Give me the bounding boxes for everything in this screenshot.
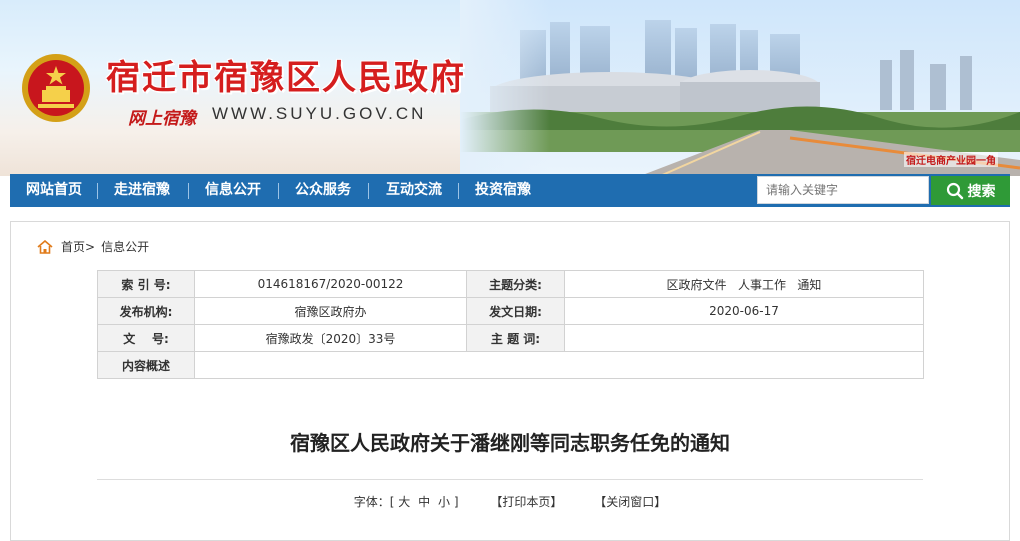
document-title: 宿豫区人民政府关于潘继刚等同志职务任免的通知 — [290, 431, 730, 455]
print-button[interactable]: 【打印本页】 — [490, 495, 562, 509]
meta-key: 主题分类: — [466, 270, 565, 298]
site-title: 宿迁市宿豫区人民政府 — [106, 58, 466, 98]
search-icon — [946, 182, 963, 199]
nav-item-about[interactable]: 走进宿豫 — [114, 174, 170, 207]
nav-separator — [188, 183, 189, 199]
meta-value: 宿豫区政府办 — [194, 297, 467, 325]
meta-value — [564, 324, 924, 352]
search-button[interactable]: 搜索 — [931, 176, 1010, 205]
nav-item-service[interactable]: 公众服务 — [295, 174, 351, 207]
nav-item-info[interactable]: 信息公开 — [205, 174, 261, 207]
meta-value: 宿豫政发〔2020〕33号 — [194, 324, 467, 352]
meta-key: 内容概述 — [97, 351, 195, 379]
site-url: WWW.SUYU.GOV.CN — [212, 104, 427, 123]
site-tagline: 网上宿豫 — [128, 109, 196, 129]
meta-key: 索 引 号: — [97, 270, 195, 298]
close-window-button[interactable]: 【关闭窗口】 — [594, 495, 666, 509]
breadcrumb-current-link[interactable]: 信息公开 — [101, 238, 149, 255]
national-emblem-icon — [22, 54, 90, 122]
content-panel: 首页> 信息公开 索 引 号: 014618167/2020-00122 主题分… — [10, 221, 1010, 541]
article-toolbar: 字体：[ 大 中 小 ] 【打印本页】 【关闭窗口】 — [11, 493, 1009, 510]
font-large-button[interactable]: 大 — [398, 495, 410, 509]
home-icon — [37, 239, 53, 254]
meta-key: 发布机构: — [97, 297, 195, 325]
divider — [97, 479, 923, 480]
font-medium-button[interactable]: 中 — [418, 495, 430, 509]
breadcrumb: 首页> 信息公开 — [37, 238, 149, 255]
meta-value: 2020-06-17 — [564, 297, 924, 325]
document-meta-table: 索 引 号: 014618167/2020-00122 主题分类: 区政府文件 … — [97, 270, 924, 379]
nav-item-invest[interactable]: 投资宿豫 — [475, 174, 531, 207]
banner-caption: 宿迁电商产业园一角 — [904, 152, 998, 167]
header-banner: 宿迁市宿豫区人民政府 网上宿豫 WWW.SUYU.GOV.CN 宿迁电商产业园一… — [0, 0, 1020, 176]
table-row: 文 号: 宿豫政发〔2020〕33号 主 题 词: — [97, 324, 924, 352]
nav-separator — [97, 183, 98, 199]
table-row: 发布机构: 宿豫区政府办 发文日期: 2020-06-17 — [97, 297, 924, 325]
meta-key: 文 号: — [97, 324, 195, 352]
meta-key: 发文日期: — [466, 297, 565, 325]
table-row: 内容概述 — [97, 351, 924, 379]
meta-value: 014618167/2020-00122 — [194, 270, 467, 298]
meta-key: 主 题 词: — [466, 324, 565, 352]
search-button-label: 搜索 — [967, 183, 996, 200]
banner-cityscape-image — [460, 0, 1020, 176]
nav-separator — [458, 183, 459, 199]
table-row: 索 引 号: 014618167/2020-00122 主题分类: 区政府文件 … — [97, 270, 924, 298]
meta-value: 区政府文件 人事工作 通知 — [564, 270, 924, 298]
font-size-close: ] — [453, 495, 459, 509]
search-input[interactable] — [757, 176, 929, 204]
nav-item-interact[interactable]: 互动交流 — [386, 174, 442, 207]
font-size-label: 字体：[ — [353, 495, 395, 509]
nav-separator — [368, 183, 369, 199]
nav-item-home[interactable]: 网站首页 — [26, 174, 82, 207]
meta-value — [194, 351, 924, 379]
font-small-button[interactable]: 小 — [438, 495, 450, 509]
breadcrumb-home-link[interactable]: 首页> — [61, 238, 95, 255]
nav-separator — [278, 183, 279, 199]
